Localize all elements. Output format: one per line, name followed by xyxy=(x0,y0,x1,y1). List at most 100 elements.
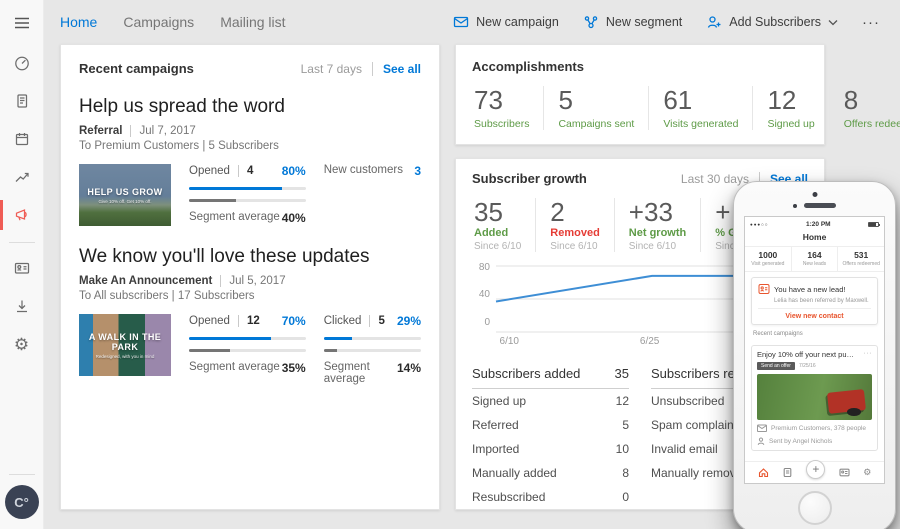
battery-icon xyxy=(868,222,879,227)
y-tick: 40 xyxy=(472,289,490,300)
metric-count: 4 xyxy=(238,165,253,177)
add-subscribers-button[interactable]: Add Subscribers xyxy=(706,14,838,30)
sidebar-item-contacts[interactable] xyxy=(0,253,44,283)
metric-label: Opened xyxy=(189,165,230,177)
phone-lead-card: You have a new lead! Lelia has been refe… xyxy=(751,277,878,325)
metric-count: 12 xyxy=(238,315,260,327)
sidebar-item-settings[interactable]: ⚙ xyxy=(0,329,44,359)
campaign-title[interactable]: Help us spread the word xyxy=(79,96,421,118)
person-icon xyxy=(757,437,765,446)
phone-screen: ●●●○○ 1:20 PM Home 1000Visit generated 1… xyxy=(744,216,885,484)
average-bar xyxy=(189,199,306,202)
add-person-icon xyxy=(706,14,722,30)
sidebar-item-analytics[interactable] xyxy=(0,162,44,192)
stat-value: 12 xyxy=(767,86,814,115)
stat-added: 35 Added Since 6/10 xyxy=(472,198,535,252)
metric-new-customers: New customers 3 xyxy=(324,164,421,226)
new-segment-button[interactable]: New segment xyxy=(583,14,682,30)
left-sidebar: ⚙ C° xyxy=(0,0,44,529)
progress-bar xyxy=(189,337,306,340)
form-icon xyxy=(13,92,31,110)
tab-mailing-list[interactable]: Mailing list xyxy=(220,14,285,30)
phone-home-button xyxy=(798,491,832,525)
lead-body: Lelia has been referred by Maxwell. xyxy=(774,298,871,304)
phone-status-bar: ●●●○○ 1:20 PM xyxy=(745,217,884,229)
lead-title: You have a new lead! xyxy=(774,285,845,294)
stat-value: +33 xyxy=(629,198,686,227)
megaphone-icon xyxy=(13,206,31,224)
stat-label: Offers redeemed xyxy=(844,118,900,130)
campaign-type: Make An Announcement xyxy=(79,275,212,287)
envelope-icon xyxy=(453,14,469,30)
thumbnail-headline: A WALK IN THE PARK xyxy=(79,332,171,352)
average-percent: 40% xyxy=(282,211,306,225)
progress-bar xyxy=(324,337,421,340)
divider xyxy=(130,125,131,137)
more-options-button[interactable]: ··· xyxy=(862,14,880,31)
contacts-tab-icon xyxy=(839,467,850,478)
stat-label: Added xyxy=(474,227,521,239)
metric-clicked: Clicked 5 29% Segment average 14% xyxy=(324,314,421,385)
campaign-thumbnail[interactable]: A WALK IN THE PARK Redesigned, with you … xyxy=(79,314,171,376)
user-avatar[interactable]: C° xyxy=(5,485,39,519)
accomplishments-title: Accomplishments xyxy=(472,59,584,74)
average-label: Segment average xyxy=(189,361,280,375)
campaign-thumbnail[interactable]: HELP US GROW Give 10% off. Get 10% off. xyxy=(79,164,171,226)
hamburger-icon xyxy=(13,14,31,32)
campaign-audience: Premium Customers, 378 people xyxy=(771,425,866,432)
thumbnail-subline: Give 10% off. Get 10% off. xyxy=(98,199,151,204)
settings-tab-icon: ⚙ xyxy=(863,468,871,477)
sidebar-item-campaigns[interactable] xyxy=(0,200,44,230)
calendar-icon xyxy=(13,130,31,148)
see-all-link[interactable]: See all xyxy=(373,62,421,76)
stat-signed-up: 12 Signed up xyxy=(752,86,828,130)
stat-visits-generated: 61 Visits generated xyxy=(648,86,752,130)
stat-label: Visits generated xyxy=(663,118,738,130)
metric-label: Opened xyxy=(189,315,230,327)
gauge-icon xyxy=(13,54,31,72)
sidebar-item-forms[interactable] xyxy=(0,86,44,116)
new-customers-value[interactable]: 3 xyxy=(414,164,421,226)
new-customers-label: New customers xyxy=(324,164,403,226)
list-total: 35 xyxy=(615,366,629,381)
average-percent: 14% xyxy=(397,361,421,385)
campaign-title[interactable]: We know you'll love these updates xyxy=(79,246,421,268)
tab-home[interactable]: Home xyxy=(60,14,97,30)
add-button-icon: + xyxy=(806,460,825,479)
campaign-date: Jul 7, 2017 xyxy=(139,125,195,137)
phone-campaign-card: Enjoy 10% off your next pu… ··· Send an … xyxy=(751,345,878,451)
envelope-icon xyxy=(757,424,767,433)
stat-campaigns-sent: 5 Campaigns sent xyxy=(543,86,648,130)
phone-stat: 1000Visit generated xyxy=(745,247,791,271)
lead-icon xyxy=(758,283,770,295)
sidebar-item-dashboard[interactable] xyxy=(0,48,44,78)
stat-value: 73 xyxy=(474,86,529,115)
stat-value: 61 xyxy=(663,86,738,115)
phone-sensor-dot xyxy=(793,204,797,208)
average-label: Segment average xyxy=(324,361,397,385)
sidebar-item-calendar[interactable] xyxy=(0,124,44,154)
hamburger-menu-icon[interactable] xyxy=(0,8,44,38)
stat-label: Subscribers xyxy=(474,118,529,130)
range-selector[interactable]: Last 7 days xyxy=(301,62,373,76)
stat-net-growth: +33 Net growth Since 6/10 xyxy=(614,198,700,252)
sidebar-divider xyxy=(9,242,35,243)
list-title: Subscribers added xyxy=(472,366,580,381)
thumbnail-subline: Redesigned, with you in mind xyxy=(96,354,155,359)
stat-removed: 2 Removed Since 6/10 xyxy=(535,198,614,252)
segment-icon xyxy=(583,14,599,30)
metric-opened: Opened 12 70% Segment average 35% xyxy=(189,314,306,385)
average-bar xyxy=(324,349,421,352)
phone-page-title: Home xyxy=(745,229,884,247)
stat-label: Campaigns sent xyxy=(558,118,634,130)
new-campaign-button[interactable]: New campaign xyxy=(453,14,559,30)
phone-tab-bar: + ⚙ xyxy=(745,461,884,483)
stat-label: Net growth xyxy=(629,227,686,239)
sidebar-item-import[interactable] xyxy=(0,291,44,321)
toolbar-actions: New campaign New segment Add Subscribers… xyxy=(453,14,900,31)
subscribers-added-list: Subscribers added 35 Signed up12 Referre… xyxy=(472,366,629,509)
list-item: Signed up12 xyxy=(472,389,629,413)
more-options-icon: ··· xyxy=(864,350,873,359)
tab-campaigns[interactable]: Campaigns xyxy=(123,14,194,30)
recent-campaigns-title: Recent campaigns xyxy=(79,61,194,76)
